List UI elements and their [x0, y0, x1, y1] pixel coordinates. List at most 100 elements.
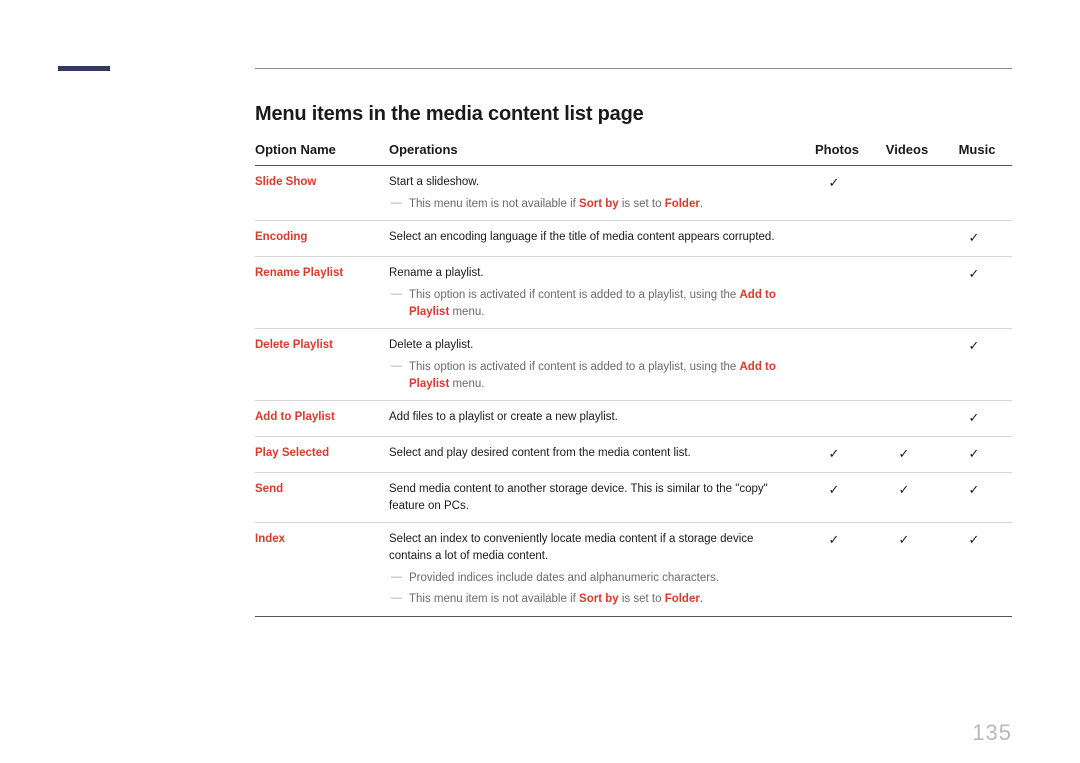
check-icon: ✓	[969, 446, 980, 461]
operation-text: Add files to a playlist or create a new …	[389, 411, 618, 423]
check-cell-videos	[872, 257, 942, 329]
check-cell-photos: ✓	[802, 437, 872, 473]
check-cell-videos	[872, 166, 942, 221]
check-cell-photos: ✓	[802, 166, 872, 221]
table-row: IndexSelect an index to conveniently loc…	[255, 523, 1012, 617]
check-cell-videos: ✓	[872, 523, 942, 617]
check-cell-music	[942, 166, 1012, 221]
page-number: 135	[972, 720, 1012, 746]
note-pre: This menu item is not available if	[409, 198, 579, 210]
table-row: SendSend media content to another storag…	[255, 472, 1012, 522]
note-mid: is set to	[619, 593, 665, 605]
table-row: Delete PlaylistDelete a playlist. This op…	[255, 329, 1012, 401]
page-title: Menu items in the media content list pag…	[255, 103, 644, 126]
note-pre: This option is activated if content is a…	[409, 361, 740, 373]
option-operations: Select and play desired content from the…	[389, 437, 802, 473]
check-cell-photos: ✓	[802, 472, 872, 522]
note-mid: menu.	[449, 306, 484, 318]
check-icon: ✓	[829, 532, 840, 547]
option-operations: Rename a playlist. This option is activat…	[389, 257, 802, 329]
option-operations: Start a slideshow. This menu item is not …	[389, 166, 802, 221]
check-icon: ✓	[969, 230, 980, 245]
note-mid: menu.	[449, 378, 484, 390]
check-icon: ✓	[969, 532, 980, 547]
menu-items-table: Option Name Operations Photos Videos Mus…	[255, 142, 1012, 617]
operation-text: Select an encoding language if the title…	[389, 231, 775, 243]
check-icon: ✓	[899, 446, 910, 461]
check-cell-music: ✓	[942, 523, 1012, 617]
option-operations: Select an encoding language if the title…	[389, 221, 802, 257]
option-operations: Add files to a playlist or create a new …	[389, 401, 802, 437]
table-row: EncodingSelect an encoding language if t…	[255, 221, 1012, 257]
note-keyword: Folder	[665, 198, 700, 210]
option-name: Add to Playlist	[255, 401, 389, 437]
note-mid: is set to	[619, 198, 665, 210]
check-cell-music: ✓	[942, 221, 1012, 257]
operation-text: Rename a playlist.	[389, 267, 484, 279]
note-post: .	[700, 198, 703, 210]
check-cell-music: ✓	[942, 257, 1012, 329]
check-cell-photos: ✓	[802, 523, 872, 617]
check-cell-videos	[872, 221, 942, 257]
option-operations: Send media content to another storage de…	[389, 472, 802, 522]
operation-note: This menu item is not available if Sort …	[389, 591, 796, 608]
check-cell-videos	[872, 401, 942, 437]
check-cell-photos	[802, 257, 872, 329]
check-icon: ✓	[969, 338, 980, 353]
accent-bar	[58, 66, 110, 71]
note-post: .	[700, 593, 703, 605]
option-name: Index	[255, 523, 389, 617]
operation-text: Select and play desired content from the…	[389, 447, 691, 459]
option-name: Send	[255, 472, 389, 522]
check-cell-photos	[802, 401, 872, 437]
check-icon: ✓	[899, 482, 910, 497]
option-name: Delete Playlist	[255, 329, 389, 401]
check-cell-music: ✓	[942, 329, 1012, 401]
check-cell-music: ✓	[942, 437, 1012, 473]
menu-items-table-wrap: Option Name Operations Photos Videos Mus…	[255, 142, 1012, 617]
check-cell-photos	[802, 329, 872, 401]
check-cell-videos: ✓	[872, 472, 942, 522]
note-keyword: Sort by	[579, 593, 619, 605]
operation-note: This menu item is not available if Sort …	[389, 196, 796, 213]
col-header-photos: Photos	[802, 142, 872, 166]
operation-note: Provided indices include dates and alpha…	[389, 570, 796, 587]
note-pre: Provided indices include dates and alpha…	[409, 572, 719, 584]
operation-text: Send media content to another storage de…	[389, 483, 768, 512]
table-row: Rename PlaylistRename a playlist. This op…	[255, 257, 1012, 329]
check-icon: ✓	[969, 266, 980, 281]
col-header-option: Option Name	[255, 142, 389, 166]
check-cell-music: ✓	[942, 401, 1012, 437]
option-operations: Select an index to conveniently locate m…	[389, 523, 802, 617]
check-icon: ✓	[829, 482, 840, 497]
option-name: Slide Show	[255, 166, 389, 221]
operation-note: This option is activated if content is a…	[389, 359, 796, 392]
col-header-music: Music	[942, 142, 1012, 166]
option-name: Encoding	[255, 221, 389, 257]
check-cell-videos	[872, 329, 942, 401]
table-row: Play SelectedSelect and play desired con…	[255, 437, 1012, 473]
table-row: Slide ShowStart a slideshow. This menu it…	[255, 166, 1012, 221]
option-operations: Delete a playlist. This option is activat…	[389, 329, 802, 401]
check-icon: ✓	[969, 482, 980, 497]
note-keyword: Sort by	[579, 198, 619, 210]
table-row: Add to PlaylistAdd files to a playlist o…	[255, 401, 1012, 437]
operation-text: Select an index to conveniently locate m…	[389, 533, 753, 562]
option-name: Play Selected	[255, 437, 389, 473]
check-icon: ✓	[829, 175, 840, 190]
table-header-row: Option Name Operations Photos Videos Mus…	[255, 142, 1012, 166]
operation-text: Delete a playlist.	[389, 339, 473, 351]
top-divider	[255, 68, 1012, 69]
check-cell-photos	[802, 221, 872, 257]
col-header-videos: Videos	[872, 142, 942, 166]
check-cell-music: ✓	[942, 472, 1012, 522]
check-icon: ✓	[969, 410, 980, 425]
note-keyword: Folder	[665, 593, 700, 605]
note-pre: This menu item is not available if	[409, 593, 579, 605]
check-icon: ✓	[899, 532, 910, 547]
note-pre: This option is activated if content is a…	[409, 289, 740, 301]
operation-text: Start a slideshow.	[389, 176, 479, 188]
col-header-operations: Operations	[389, 142, 802, 166]
option-name: Rename Playlist	[255, 257, 389, 329]
check-icon: ✓	[829, 446, 840, 461]
